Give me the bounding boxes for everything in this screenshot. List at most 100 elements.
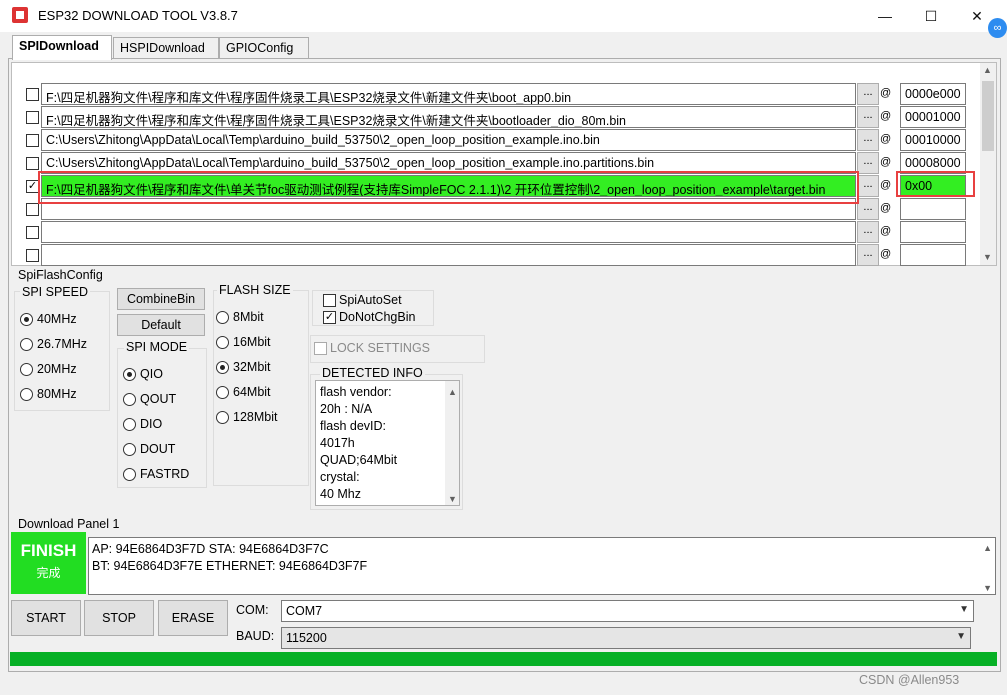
radio-16mbit[interactable]: 16Mbit (216, 335, 271, 349)
checkbox-box-icon (314, 341, 327, 355)
spi-speed-label: SPI SPEED (20, 285, 90, 299)
scrollbar-thumb[interactable] (982, 81, 994, 151)
address-input[interactable] (900, 221, 966, 243)
radio-dio[interactable]: DIO (123, 417, 162, 431)
radio-dot-icon (123, 467, 136, 481)
radio-8mbit[interactable]: 8Mbit (216, 310, 264, 324)
detected-info-text: flash vendor: 20h : N/A flash devID: 401… (315, 380, 460, 506)
progress-bar (10, 652, 997, 666)
address-input[interactable]: 0000e000 (900, 83, 966, 105)
spiflashconfig-label: SpiFlashConfig (16, 268, 105, 282)
scroll-up-icon[interactable]: ▲ (983, 65, 992, 75)
browse-button[interactable]: ... (857, 244, 879, 266)
file-list-scrollbar[interactable]: ▲ ▼ (980, 63, 996, 265)
file-checkbox[interactable] (26, 203, 39, 216)
radio-80mhz[interactable]: 80MHz (20, 387, 77, 401)
radio-dot-icon (123, 367, 136, 381)
default-button[interactable]: Default (117, 314, 205, 336)
address-input[interactable]: 00010000 (900, 129, 966, 151)
annotation-highlight-addr (896, 171, 975, 197)
file-path-input[interactable]: F:\四足机器狗文件\程序和库文件\程序固件烧录工具\ESP32烧录文件\新建文… (41, 83, 856, 105)
status-badge: FINISH 完成 (11, 532, 86, 594)
scroll-down-icon[interactable]: ▼ (983, 252, 992, 262)
scroll-down-icon[interactable]: ▼ (448, 491, 457, 508)
browse-button[interactable]: ... (857, 221, 879, 243)
donotchgbin-checkbox[interactable]: ✓ DoNotChgBin (323, 310, 415, 324)
at-label: @ (880, 248, 892, 260)
overlay-app-icon: ∞ (988, 18, 1007, 38)
file-path-input[interactable] (41, 244, 856, 266)
file-row: ... @ (12, 221, 982, 244)
browse-button[interactable]: ... (857, 129, 879, 151)
radio-qout[interactable]: QOUT (123, 392, 176, 406)
watermark: CSDN @Allen953 (859, 673, 960, 687)
address-input[interactable]: 00001000 (900, 106, 966, 128)
window-title: ESP32 DOWNLOAD TOOL V3.8.7 (38, 8, 238, 23)
scroll-up-icon[interactable]: ▲ (983, 540, 992, 557)
spi-mode-label: SPI MODE (124, 340, 190, 354)
at-label: @ (880, 225, 892, 237)
browse-button[interactable]: ... (857, 83, 879, 105)
title-bar: ESP32 DOWNLOAD TOOL V3.8.7 — ☐ ✕ (0, 0, 1007, 32)
stop-button[interactable]: STOP (84, 600, 154, 636)
info-scrollbar[interactable]: ▲ ▼ (445, 381, 459, 505)
radio-32mbit[interactable]: 32Mbit (216, 360, 271, 374)
spiautoset-checkbox[interactable]: SpiAutoSet (323, 293, 402, 307)
address-input[interactable] (900, 198, 966, 220)
radio-dot-icon (20, 312, 33, 326)
file-path-input[interactable]: F:\四足机器狗文件\程序和库文件\程序固件烧录工具\ESP32烧录文件\新建文… (41, 106, 856, 128)
lock-settings-checkbox[interactable]: LOCK SETTINGS (314, 341, 430, 355)
file-checkbox[interactable] (26, 88, 39, 101)
file-checkbox[interactable] (26, 226, 39, 239)
radio-128mbit[interactable]: 128Mbit (216, 410, 277, 424)
at-label: @ (880, 133, 892, 145)
combinebin-button[interactable]: CombineBin (117, 288, 205, 310)
file-path-input[interactable] (41, 221, 856, 243)
at-label: @ (880, 110, 892, 122)
baud-label: BAUD: (234, 629, 277, 643)
tab-hspidownload[interactable]: HSPIDownload (113, 37, 219, 59)
radio-fastrd[interactable]: FASTRD (123, 467, 189, 481)
radio-dot-icon (216, 385, 229, 399)
com-select[interactable]: COM7 ▼ (281, 600, 974, 622)
tab-gpioconfig[interactable]: GPIOConfig (219, 37, 309, 59)
file-path-input[interactable]: C:\Users\Zhitong\AppData\Local\Temp\ardu… (41, 129, 856, 151)
minimize-button[interactable]: — (862, 0, 908, 32)
scroll-up-icon[interactable]: ▲ (448, 384, 457, 401)
radio-dot-icon (20, 387, 33, 401)
radio-40mhz[interactable]: 40MHz (20, 312, 77, 326)
file-row: ... @ (12, 244, 982, 267)
chevron-down-icon: ▼ (959, 604, 969, 615)
browse-button[interactable]: ... (857, 106, 879, 128)
file-checkbox[interactable] (26, 111, 39, 124)
baud-select[interactable]: 115200 ▼ (281, 627, 971, 649)
file-checkbox[interactable] (26, 157, 39, 170)
maximize-button[interactable]: ☐ (908, 0, 954, 32)
download-panel-label: Download Panel 1 (16, 517, 122, 531)
log-output: AP: 94E6864D3F7D STA: 94E6864D3F7C BT: 9… (88, 537, 996, 595)
file-list: F:\四足机器狗文件\程序和库文件\程序固件烧录工具\ESP32烧录文件\新建文… (11, 62, 997, 266)
erase-button[interactable]: ERASE (158, 600, 228, 636)
file-row: C:\Users\Zhitong\AppData\Local\Temp\ardu… (12, 129, 982, 152)
radio-qio[interactable]: QIO (123, 367, 163, 381)
browse-button[interactable]: ... (857, 175, 879, 197)
at-label: @ (880, 156, 892, 168)
app-icon (12, 7, 28, 23)
radio-dot-icon (216, 360, 229, 374)
radio-20mhz[interactable]: 20MHz (20, 362, 77, 376)
browse-button[interactable]: ... (857, 198, 879, 220)
start-button[interactable]: START (11, 600, 81, 636)
radio-dot-icon (20, 337, 33, 351)
radio-dout[interactable]: DOUT (123, 442, 175, 456)
radio-26-7mhz[interactable]: 26.7MHz (20, 337, 87, 351)
scroll-down-icon[interactable]: ▼ (983, 580, 992, 597)
address-input[interactable] (900, 244, 966, 266)
radio-64mbit[interactable]: 64Mbit (216, 385, 271, 399)
flash-size-label: FLASH SIZE (217, 283, 293, 297)
file-row: F:\四足机器狗文件\程序和库文件\程序固件烧录工具\ESP32烧录文件\新建文… (12, 106, 982, 129)
file-checkbox[interactable] (26, 249, 39, 262)
tab-spidownload[interactable]: SPIDownload (12, 35, 112, 60)
file-checkbox[interactable] (26, 134, 39, 147)
browse-button[interactable]: ... (857, 152, 879, 174)
radio-dot-icon (123, 417, 136, 431)
